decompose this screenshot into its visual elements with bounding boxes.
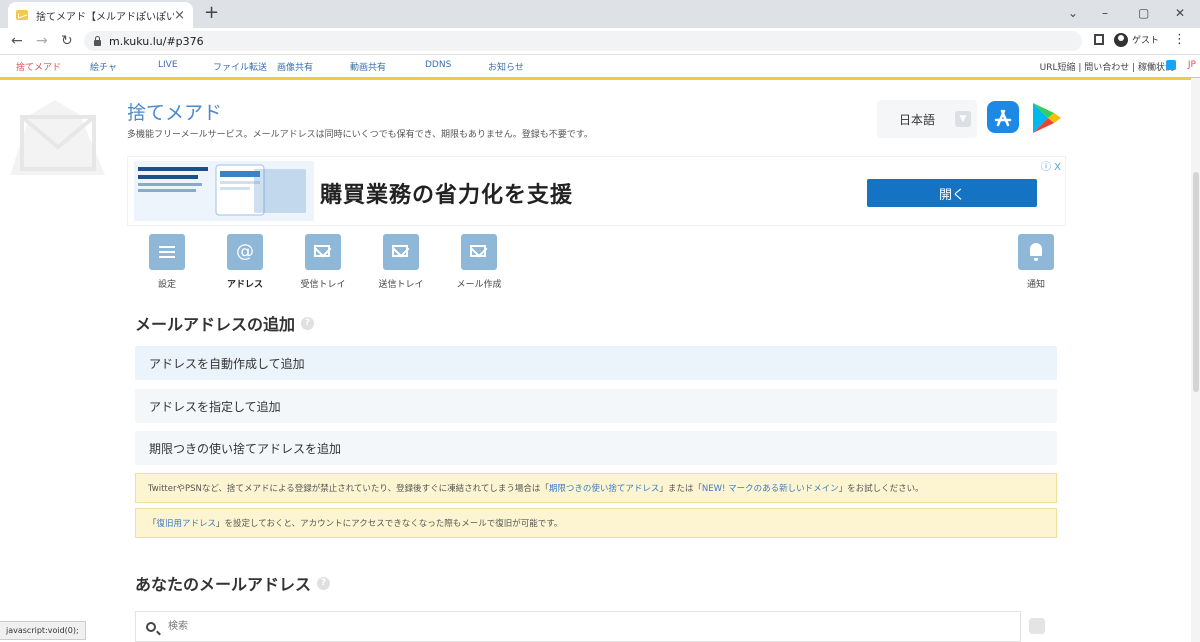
notice-text: 「 (148, 519, 157, 529)
mail-favicon-icon (16, 10, 28, 20)
disposable-address-button[interactable]: 期限つきの使い捨てアドレスを追加 (135, 431, 1057, 465)
ad-banner[interactable]: 購買業務の省力化を支援 開く ⓘ X (127, 156, 1066, 226)
reload-icon[interactable]: ↻ (61, 32, 73, 50)
search-icon (146, 621, 156, 632)
nav-item-file-transfer[interactable]: ファイル転送 (213, 60, 267, 73)
site-subtitle: 多機能フリーメールサービス。メールアドレスは同時にいくつでも保有でき、期限もあり… (127, 130, 593, 140)
menu-label: 設定 (157, 280, 176, 290)
notice-text: 」を設定しておくと、アカウントにアクセスできなくなった際もメールで復旧が可能です… (216, 519, 563, 529)
nav-item-sutemeado[interactable]: 捨てメアド (16, 60, 61, 73)
nav-item-live[interactable]: LIVE (158, 60, 178, 70)
guest-label[interactable]: ゲスト (1132, 33, 1159, 46)
notice-text: TwitterやPSNなど、捨てメアドによる登録が禁止されていたり、登録後すぐに… (148, 484, 549, 494)
at-icon (227, 234, 263, 270)
specify-address-button[interactable]: アドレスを指定して追加 (135, 389, 1057, 423)
menu-label: メール作成 (456, 280, 502, 290)
notice-text: 」をお試しください。 (838, 484, 924, 494)
twitter-icon[interactable] (1166, 60, 1176, 70)
menu-label: アドレス (226, 280, 263, 290)
nav-item-video-share[interactable]: 動画共有 (350, 60, 386, 73)
address-bar[interactable]: m.kuku.lu/#p376 (84, 31, 1082, 51)
your-address-heading: あなたのメールアドレス ? (135, 571, 331, 595)
page-scrollbar[interactable] (1191, 78, 1200, 642)
new-domain-link[interactable]: NEW! マークのある新しいドメイン (702, 482, 839, 494)
language-badge: JP (1187, 60, 1196, 70)
address-search[interactable] (135, 611, 1021, 642)
menu-label: 送信トレイ (378, 280, 424, 290)
chevron-down-icon: ▼ (955, 111, 971, 127)
notice-recovery-address: 「復旧用アドレス 」を設定しておくと、アカウントにアクセスできなくなった際もメール… (135, 508, 1057, 538)
language-select[interactable]: 日本語 ▼ (877, 100, 977, 138)
disposable-address-link[interactable]: 期限つきの使い捨てアドレス (549, 482, 660, 494)
browser-menu-icon[interactable]: ⋮ (1173, 32, 1186, 47)
site-title[interactable]: 捨てメアド (127, 98, 222, 125)
profile-icon[interactable] (1114, 32, 1128, 47)
nav-right-links[interactable]: URL短縮 | 問い合わせ | 稼働状況 (1040, 60, 1174, 73)
notice-text: 」または「 (659, 484, 702, 494)
site-nav: 捨てメアド 絵チャ LIVE ファイル転送 画像共有 動画共有 DDNS お知ら… (0, 55, 1200, 80)
menu-outbox[interactable]: 送信トレイ (371, 234, 431, 290)
ad-info-icon[interactable]: ⓘ X (1041, 158, 1061, 173)
envelope-watermark-icon (10, 100, 105, 175)
envelope-icon (383, 234, 419, 270)
menu-label: 受信トレイ (300, 280, 346, 290)
scroll-thumb[interactable] (1193, 172, 1199, 392)
menu-settings[interactable]: 設定 (137, 234, 197, 290)
lock-icon (94, 35, 101, 46)
close-window-button[interactable]: ✕ (1175, 6, 1185, 20)
menu-address[interactable]: アドレス (215, 234, 275, 290)
nav-item-echa[interactable]: 絵チャ (90, 60, 117, 73)
help-icon[interactable]: ? (301, 316, 315, 330)
browser-toolbar: ← → ↻ m.kuku.lu/#p376 ゲスト ⋮ (0, 28, 1200, 55)
google-play-icon[interactable] (1030, 101, 1062, 135)
nav-item-image-share[interactable]: 画像共有 (277, 60, 313, 73)
nav-item-ddns[interactable]: DDNS (425, 60, 451, 70)
tab-search-icon[interactable]: ⌄ (1068, 6, 1078, 20)
back-arrow-icon[interactable]: ← (11, 32, 23, 50)
ad-image (134, 161, 314, 221)
search-input[interactable] (166, 620, 970, 633)
ad-open-button[interactable]: 開く (867, 179, 1037, 207)
select-all-checkbox[interactable] (1029, 618, 1045, 634)
ad-headline: 購買業務の省力化を支援 (320, 183, 574, 208)
section-title-text: あなたのメールアドレス (135, 575, 312, 594)
menu-inbox[interactable]: 受信トレイ (293, 234, 353, 290)
tab-title: 捨てメアド【メルアドぽいぽい】 (36, 11, 175, 23)
recovery-address-link[interactable]: 復旧用アドレス (157, 517, 217, 529)
menu-label: 通知 (1026, 280, 1045, 290)
minimize-button[interactable]: – (1102, 6, 1108, 20)
auto-create-address-button[interactable]: アドレスを自動作成して追加 (135, 346, 1057, 380)
status-bar: javascript:void(0); (0, 621, 86, 640)
bell-icon (1018, 234, 1054, 270)
tab-close-icon[interactable]: × (174, 8, 185, 23)
add-address-heading: メールアドレスの追加 ? (135, 311, 315, 335)
url-text: m.kuku.lu/#p376 (109, 34, 204, 48)
forward-arrow-icon[interactable]: → (36, 32, 48, 50)
menu-compose[interactable]: メール作成 (449, 234, 509, 290)
notice-banned-services: TwitterやPSNなど、捨てメアドによる登録が禁止されていたり、登録後すぐに… (135, 473, 1057, 503)
hamburger-icon (149, 234, 185, 270)
help-icon[interactable]: ? (317, 576, 331, 590)
new-tab-button[interactable]: + (204, 4, 219, 22)
menu-notify[interactable]: 通知 (1006, 234, 1066, 290)
nav-item-news[interactable]: お知らせ (488, 60, 524, 73)
toolbar-right: ゲスト ⋮ (1094, 32, 1186, 47)
envelope-icon (305, 234, 341, 270)
section-title-text: メールアドレスの追加 (135, 315, 296, 334)
envelope-icon (461, 234, 497, 270)
app-store-icon[interactable] (987, 101, 1019, 133)
maximize-button[interactable]: ▢ (1138, 6, 1149, 20)
browser-tab-bar: 捨てメアド【メルアドぽいぽい】 × + ⌄ – ▢ ✕ (0, 0, 1200, 28)
browser-tab[interactable]: 捨てメアド【メルアドぽいぽい】 × (8, 2, 193, 28)
language-value: 日本語 (899, 112, 936, 127)
side-panel-icon[interactable] (1094, 34, 1104, 45)
